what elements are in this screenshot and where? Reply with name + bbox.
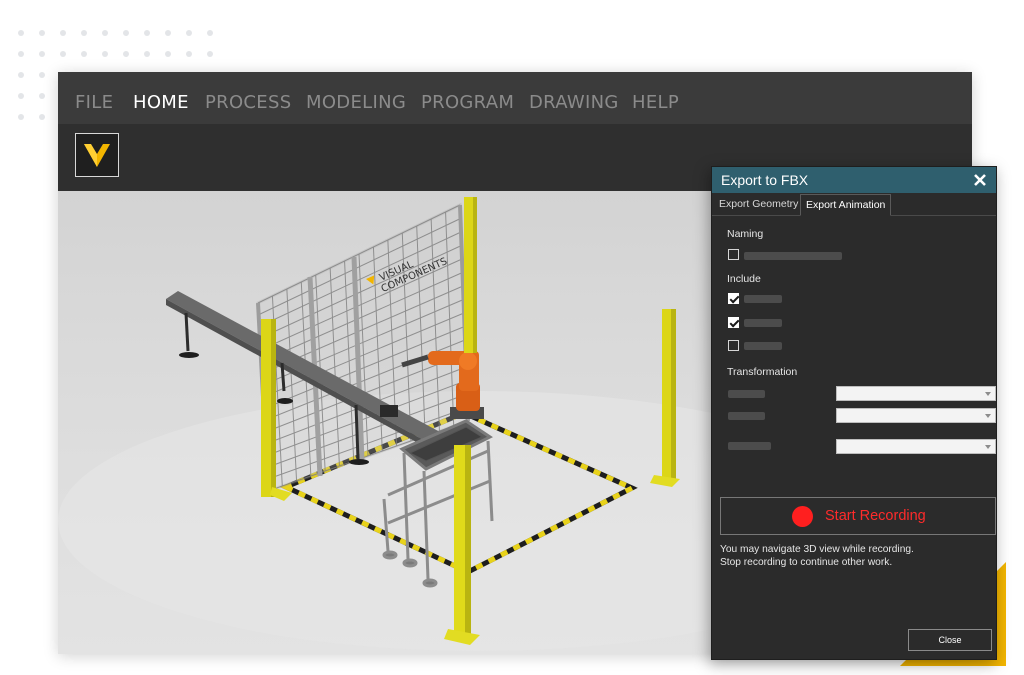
decorative-dot [81,30,87,36]
recording-note-line-1: You may navigate 3D view while recording… [720,544,914,555]
decorative-dot [144,51,150,57]
decorative-dot [123,30,129,36]
menu-bar: FILE HOME PROCESS MODELING PROGRAM DRAWI… [58,72,972,124]
transformation-row-label-1: redacted [728,390,765,398]
start-recording-label: Start Recording [825,508,926,524]
decorative-dot [39,93,45,99]
decorative-dot [102,30,108,36]
app-logo-button[interactable] [75,133,119,177]
dialog-title: Export to FBX [721,172,809,188]
decorative-dot [102,51,108,57]
decorative-dot [165,30,171,36]
transformation-row-label-2: redacted [728,412,765,420]
decorative-dot [165,51,171,57]
decorative-dot [39,114,45,120]
close-button[interactable]: Close [908,629,992,651]
menu-help[interactable]: HELP [632,92,679,113]
recording-note-line-2: Stop recording to continue other work. [720,557,893,568]
include-checkbox-2[interactable] [728,317,739,328]
decorative-dot [18,30,24,36]
decorative-dot [18,114,24,120]
decorative-dot [60,51,66,57]
decorative-dot [39,72,45,78]
dialog-titlebar: Export to FBX [712,167,996,193]
menu-file[interactable]: FILE [75,92,113,113]
dialog-tabs: Export Geometry Export Animation [712,194,996,216]
start-recording-button[interactable]: Start Recording [720,497,996,535]
include-option-label-3: redacted [744,342,782,350]
screenshot-stage: FILE HOME PROCESS MODELING PROGRAM DRAWI… [0,0,1024,675]
export-fbx-dialog: Export to FBX Export Geometry Export Ani… [711,166,997,660]
menu-process[interactable]: PROCESS [205,92,291,113]
decorative-dot [144,30,150,36]
decorative-dot [207,51,213,57]
decorative-dot [123,51,129,57]
decorative-dot [18,51,24,57]
decorative-dot [18,93,24,99]
decorative-dot [81,51,87,57]
transformation-select-2[interactable] [836,408,996,423]
naming-section-label: Naming [727,228,764,240]
include-section-label: Include [727,273,761,285]
tab-export-geometry[interactable]: Export Geometry [714,194,803,216]
include-option-label-1: redacted [744,295,782,303]
include-option-label-2: redacted [744,319,782,327]
decorative-dot [207,30,213,36]
menu-home[interactable]: HOME [133,92,189,113]
decorative-dot [18,72,24,78]
naming-checkbox[interactable] [728,249,739,260]
visual-components-logo-icon [84,144,110,167]
transformation-section-label: Transformation [727,366,798,378]
tab-export-animation[interactable]: Export Animation [800,194,892,216]
naming-option-label: redacted [744,252,842,260]
chevron-down-icon [985,414,991,418]
chevron-down-icon [985,392,991,396]
close-icon[interactable] [972,170,988,188]
decorative-dot [39,51,45,57]
chevron-down-icon [985,445,991,449]
decorative-dot [186,30,192,36]
record-icon [792,506,813,527]
include-checkbox-3[interactable] [728,340,739,351]
include-checkbox-1[interactable] [728,293,739,304]
transformation-select-3[interactable] [836,439,996,454]
transformation-select-1[interactable] [836,386,996,401]
decorative-dot [60,30,66,36]
menu-modeling[interactable]: MODELING [306,92,406,113]
menu-program[interactable]: PROGRAM [421,92,514,113]
decorative-dot [186,51,192,57]
transformation-row-label-3: redacted [728,442,771,450]
menu-drawing[interactable]: DRAWING [529,92,619,113]
decorative-dot [39,30,45,36]
